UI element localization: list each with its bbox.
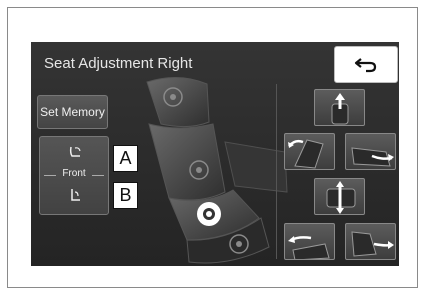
cushion-slide-button[interactable] (345, 133, 396, 170)
page-title: Seat Adjustment Right (44, 55, 193, 72)
set-memory-button[interactable]: Set Memory (37, 95, 108, 129)
backrest-forward-button[interactable] (284, 223, 335, 260)
backrest-recline-icon (288, 139, 324, 169)
back-arrow-icon (354, 57, 377, 72)
backrest-forward-icon (288, 236, 330, 259)
callout-b: B (113, 182, 138, 209)
front-divider-right (92, 175, 104, 176)
seat-height-icon (326, 181, 356, 214)
panel-divider (276, 84, 277, 259)
seat-recline-icon (69, 146, 81, 157)
callout-a: A (113, 145, 138, 172)
legrest-icon (351, 231, 394, 257)
back-button[interactable] (334, 46, 398, 83)
headrest-up-button[interactable] (314, 89, 365, 126)
backrest-recline-button[interactable] (284, 133, 335, 170)
seat-adjustment-screen: Seat Adjustment Right Set Memory Front A… (31, 42, 399, 266)
seat-upright-icon (71, 189, 80, 201)
front-seat-button[interactable]: Front (39, 136, 109, 215)
headrest-up-icon (331, 93, 349, 125)
front-label: Front (62, 168, 86, 179)
legrest-button[interactable] (345, 223, 396, 260)
seat-height-button[interactable] (314, 178, 365, 215)
cushion-slide-icon (351, 147, 394, 167)
